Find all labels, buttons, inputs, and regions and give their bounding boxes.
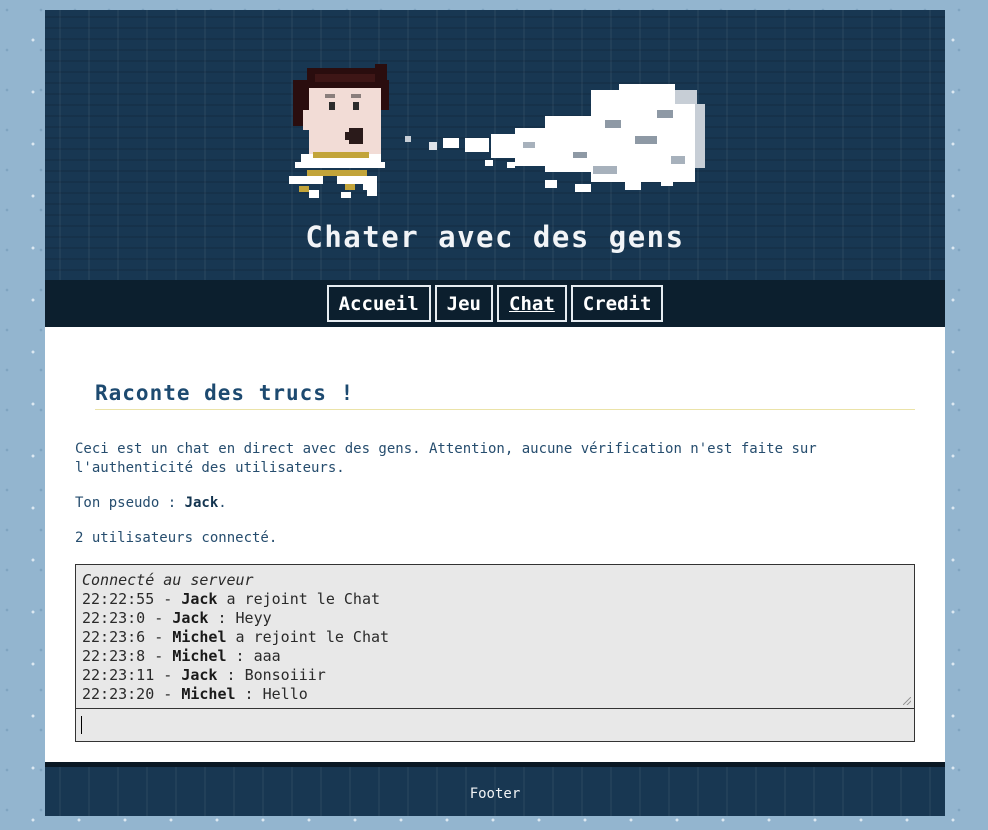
message-user: Jack: [172, 609, 209, 627]
chat-message: 22:23:8 - Michel : aaa: [82, 647, 281, 665]
message-user: Michel: [181, 685, 236, 703]
chat-message-input[interactable]: [75, 708, 915, 742]
connection-status: Connecté au serveur: [82, 571, 254, 589]
message-text: a rejoint le Chat: [235, 628, 390, 646]
section-title: Raconte des trucs !: [95, 381, 915, 410]
message-time: 22:23:20: [82, 685, 155, 703]
nav-item-label: Accueil: [338, 292, 419, 315]
site-header: Chater avec des gens: [45, 10, 945, 280]
message-time: 22:22:55: [82, 590, 155, 608]
chat-message: 22:23:20 - Michel : Hello: [82, 685, 308, 703]
message-text: Heyy: [235, 609, 272, 627]
message-time: 22:23:0: [82, 609, 146, 627]
pseudo-prefix: Ton pseudo :: [75, 495, 185, 511]
message-time: 22:23:8: [82, 647, 146, 665]
chat-message: 22:23:11 - Jack : Bonsoiiir: [82, 666, 326, 684]
nav-item-accueil[interactable]: Accueil: [326, 285, 431, 322]
message-text: a rejoint le Chat: [226, 590, 381, 608]
pseudo-suffix: .: [218, 495, 227, 511]
message-text: aaa: [253, 647, 281, 665]
header-illustration: [289, 64, 705, 198]
main-navigation: Accueil Jeu Chat Credit: [45, 280, 945, 327]
page-container: Chater avec des gens Accueil Jeu Chat Cr…: [45, 10, 945, 816]
nav-item-label: Chat: [509, 292, 555, 315]
message-text: Bonsoiiir: [244, 666, 326, 684]
nav-item-chat[interactable]: Chat: [497, 285, 567, 322]
intro-text: Ceci est un chat en direct avec des gens…: [75, 441, 817, 476]
message-user: Jack: [181, 590, 218, 608]
speech-cloud-icon: [405, 84, 705, 192]
chat-message: 22:22:55 - Jack a rejoint le Chat: [82, 590, 381, 608]
message-user: Michel: [172, 628, 227, 646]
text-cursor: [81, 716, 82, 734]
chat-log[interactable]: Connecté au serveur 22:22:55 - Jack a re…: [75, 564, 915, 709]
chat-input-wrapper: [75, 708, 915, 742]
nav-item-credit[interactable]: Credit: [570, 285, 664, 322]
message-text: Hello: [262, 685, 308, 703]
nav-item-jeu[interactable]: Jeu: [434, 285, 493, 322]
message-user: Jack: [181, 666, 218, 684]
message-user: Michel: [172, 647, 227, 665]
connected-users-count: 2 utilisateurs connecté.: [75, 530, 278, 546]
message-time: 22:23:6: [82, 628, 146, 646]
nav-item-label: Jeu: [446, 292, 481, 315]
resize-grip-icon[interactable]: [903, 697, 911, 705]
nav-item-label: Credit: [582, 292, 652, 315]
site-title: Chater avec des gens: [305, 220, 685, 254]
character-icon: [289, 64, 389, 198]
chat-message: 22:23:0 - Jack : Heyy: [82, 609, 272, 627]
footer-text: Footer: [469, 785, 521, 802]
chat-message: 22:23:6 - Michel a rejoint le Chat: [82, 628, 390, 646]
pseudo-value: Jack: [184, 495, 219, 511]
pseudo-line: Ton pseudo : Jack.: [75, 494, 915, 513]
site-footer: Footer: [45, 762, 945, 816]
message-time: 22:23:11: [82, 666, 155, 684]
